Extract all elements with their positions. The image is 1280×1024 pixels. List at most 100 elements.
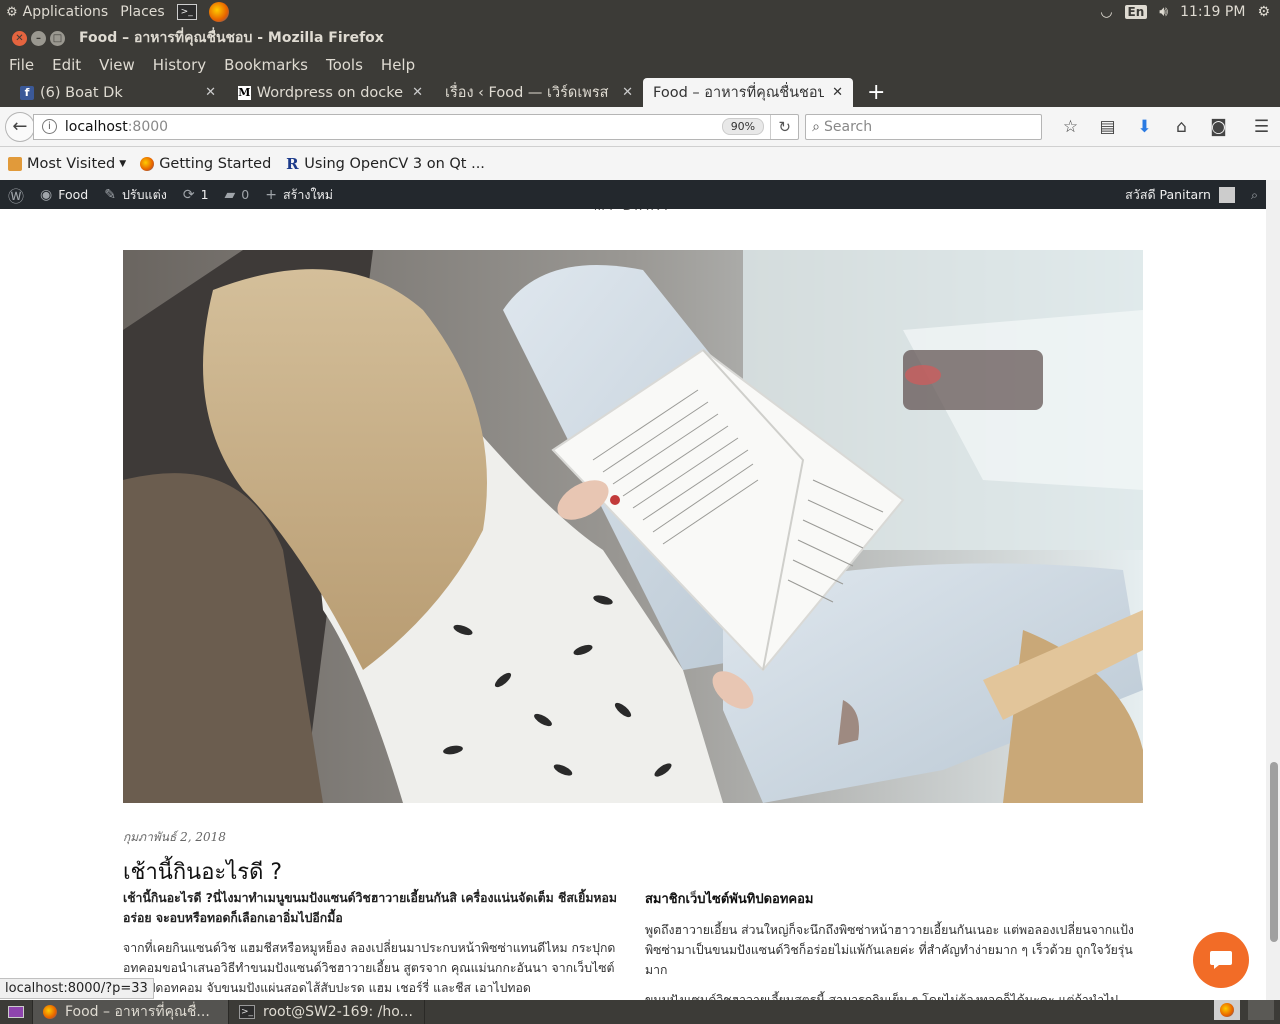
tab-close-icon[interactable]: ✕ (614, 85, 633, 100)
wifi-icon[interactable]: ◡ (1094, 0, 1118, 24)
top-panel: ⚙ Applications Places >_ ◡ En 🔊︎ 11:19 P… (0, 0, 1280, 24)
search-input[interactable]: ⌕ Search (805, 113, 1042, 140)
reading-list-icon[interactable]: ▤ (1089, 117, 1126, 137)
terminal-launcher-icon[interactable]: >_ (171, 0, 203, 24)
applications-menu[interactable]: ⚙ Applications (0, 0, 114, 24)
hero-image (123, 250, 1143, 803)
url-host: localhost (64, 118, 128, 135)
tab-wordpress-docker[interactable]: M Wordpress on docker · ✕ (226, 78, 433, 107)
workspace-switcher[interactable] (1213, 1000, 1280, 1024)
bookmark-getting-started[interactable]: Getting Started (140, 156, 271, 172)
post-column-right: สมาชิกเว็บไซต์พันทิปดอทคอม พูดถึงฮาวายเอ… (645, 890, 1143, 1000)
wp-account[interactable]: สวัสดี Panitarn (1117, 180, 1243, 209)
post-paragraph: จากที่เคยกินแซนด์วิช แฮมชีสหรือหมูหย็อง … (123, 941, 616, 995)
tab-close-icon[interactable]: ✕ (197, 85, 216, 100)
menu-edit[interactable]: Edit (43, 56, 90, 74)
facebook-icon: f (20, 85, 34, 100)
tab-close-icon[interactable]: ✕ (824, 85, 843, 100)
back-arrow-icon[interactable]: ← (5, 111, 35, 142)
navigation-toolbar: ← i localhost :8000 90% ↻ ⌕ Search ☆ ▤ ⬇… (0, 107, 1280, 147)
volume-icon[interactable]: 🔊︎ (1153, 0, 1174, 24)
url-port: :8000 (127, 118, 169, 135)
tab-close-icon[interactable]: ✕ (404, 85, 423, 100)
downloads-arrow-icon[interactable]: ⬇ (1126, 117, 1163, 137)
window-close-icon[interactable]: ✕ (12, 30, 27, 46)
post-lead: เช้านี้กินอะไรดี ?นี่ไงมาทำเมนูขนมปังแซน… (123, 891, 618, 925)
medium-icon: M (238, 85, 251, 100)
bottom-taskbar: Food – อาหารที่คุณชื่... >_ root@SW2-169… (0, 1000, 1280, 1024)
wordpress-logo-icon[interactable]: Ⓦ (0, 180, 32, 209)
tab-wp-admin-posts[interactable]: เรื่อง ‹ Food — เวิร์ดเพรส ✕ (433, 78, 643, 107)
post-subheading: สมาชิกเว็บไซต์พันทิปดอทคอม (645, 892, 814, 907)
bookmarks-toolbar: Most Visited ▼ Getting Started R Using O… (0, 147, 1280, 180)
post-column-left: เช้านี้กินอะไรดี ?นี่ไงมาทำเมนูขนมปังแซน… (123, 888, 623, 998)
window-titlebar: ✕ – □ Food – อาหารที่คุณชื่นชอบ - Mozill… (0, 24, 1280, 52)
reload-icon[interactable]: ↻ (770, 114, 798, 139)
wp-updates[interactable]: ⟳ 1 (175, 180, 217, 209)
menu-tools[interactable]: Tools (317, 56, 372, 74)
window-maximize-icon[interactable]: □ (50, 30, 65, 46)
terminal-icon: >_ (239, 1005, 255, 1019)
menu-help[interactable]: Help (372, 56, 424, 74)
search-placeholder: Search (823, 118, 873, 135)
window-minimize-icon[interactable]: – (31, 30, 46, 46)
firefox-icon (43, 1005, 57, 1019)
wp-new-content[interactable]: + สร้างใหม่ (257, 180, 341, 209)
menu-bar: File Edit View History Bookmarks Tools H… (0, 52, 1280, 78)
dashboard-icon: ◉ (40, 186, 53, 203)
post-title[interactable]: เช้านี้กินอะไรดี ? (123, 854, 282, 889)
scrollbar-thumb[interactable] (1270, 762, 1278, 942)
menu-history[interactable]: History (144, 56, 215, 74)
brush-icon: ✎ (104, 186, 116, 203)
new-tab-plus-icon[interactable]: + (853, 78, 899, 107)
zoom-level-badge[interactable]: 90% (721, 118, 765, 135)
url-bar[interactable]: i localhost :8000 90% ↻ (32, 113, 800, 140)
keyboard-layout-indicator[interactable]: En (1119, 0, 1154, 24)
page-content: — MY DIARY — (0, 180, 1280, 1000)
window-title: Food – อาหารที่คุณชื่นชอบ - Mozilla Fire… (79, 30, 384, 46)
tab-facebook[interactable]: f (6) Boat Dk ✕ (0, 78, 226, 107)
hamburger-menu-icon[interactable]: ☰ (1243, 117, 1280, 137)
status-link-url: localhost:8000/?p=33 (0, 978, 154, 999)
firefox-launcher-icon[interactable] (203, 0, 235, 24)
menu-file[interactable]: File (0, 56, 43, 74)
wp-customize[interactable]: ✎ ปรับแต่ง (96, 180, 175, 209)
plus-icon: + (265, 186, 277, 203)
wp-admin-bar: Ⓦ ◉ Food ✎ ปรับแต่ง ⟳ 1 ▰ 0 + สร้างใหม่ … (0, 180, 1266, 209)
wp-site-name[interactable]: ◉ Food (32, 180, 96, 209)
pocket-icon[interactable]: ◙ (1200, 117, 1237, 137)
chat-bubble-button[interactable] (1193, 932, 1249, 988)
bookmark-opencv[interactable]: R Using OpenCV 3 on Qt ... (285, 154, 485, 173)
settings-gear-icon[interactable]: ⚙ (1251, 0, 1276, 24)
post-paragraph: ขนมปังแซนด์วิชฮาวายเอี้ยนสูตรนี้ สามารถก… (645, 993, 1119, 1000)
page-scrollbar[interactable] (1266, 180, 1280, 1000)
menu-bookmarks[interactable]: Bookmarks (215, 56, 317, 74)
folder-icon (8, 156, 22, 171)
search-icon: ⌕ (812, 118, 820, 135)
taskbar-item-firefox[interactable]: Food – อาหารที่คุณชื่... (33, 1000, 229, 1024)
comment-icon: ▰ (224, 186, 236, 203)
places-menu[interactable]: Places (114, 0, 171, 24)
bookmark-most-visited[interactable]: Most Visited ▼ (8, 156, 126, 172)
r-icon: R (286, 154, 299, 173)
post-date[interactable]: กุมภาพันธ์ 2, 2018 (123, 828, 226, 847)
woman-reading-book-image (123, 250, 1143, 803)
post-paragraph: พูดถึงฮาวายเอี้ยน ส่วนใหญ่ก็จะนึกถึงพิซซ… (645, 923, 1134, 977)
ubuntu-logo-icon: ⚙ (6, 4, 18, 20)
wp-search-icon[interactable]: ⌕ (1243, 180, 1266, 209)
bookmark-star-icon[interactable]: ☆ (1052, 117, 1089, 137)
tab-food-active[interactable]: Food – อาหารที่คุณชื่นชอบ ✕ (643, 78, 853, 107)
menu-view[interactable]: View (90, 56, 144, 74)
avatar (1218, 186, 1235, 203)
home-icon[interactable]: ⌂ (1163, 117, 1200, 137)
chevron-down-icon: ▼ (119, 158, 127, 169)
updates-icon: ⟳ (182, 186, 195, 203)
clock[interactable]: 11:19 PM (1174, 0, 1251, 24)
tab-strip: f (6) Boat Dk ✕ M Wordpress on docker · … (0, 78, 1280, 107)
firefox-icon (140, 156, 155, 171)
chat-icon (1210, 951, 1232, 969)
wp-comments[interactable]: ▰ 0 (217, 180, 258, 209)
show-desktop-icon[interactable] (0, 1000, 33, 1024)
site-info-icon[interactable]: i (41, 119, 57, 134)
taskbar-item-terminal[interactable]: >_ root@SW2-169: /ho... (229, 1000, 425, 1024)
